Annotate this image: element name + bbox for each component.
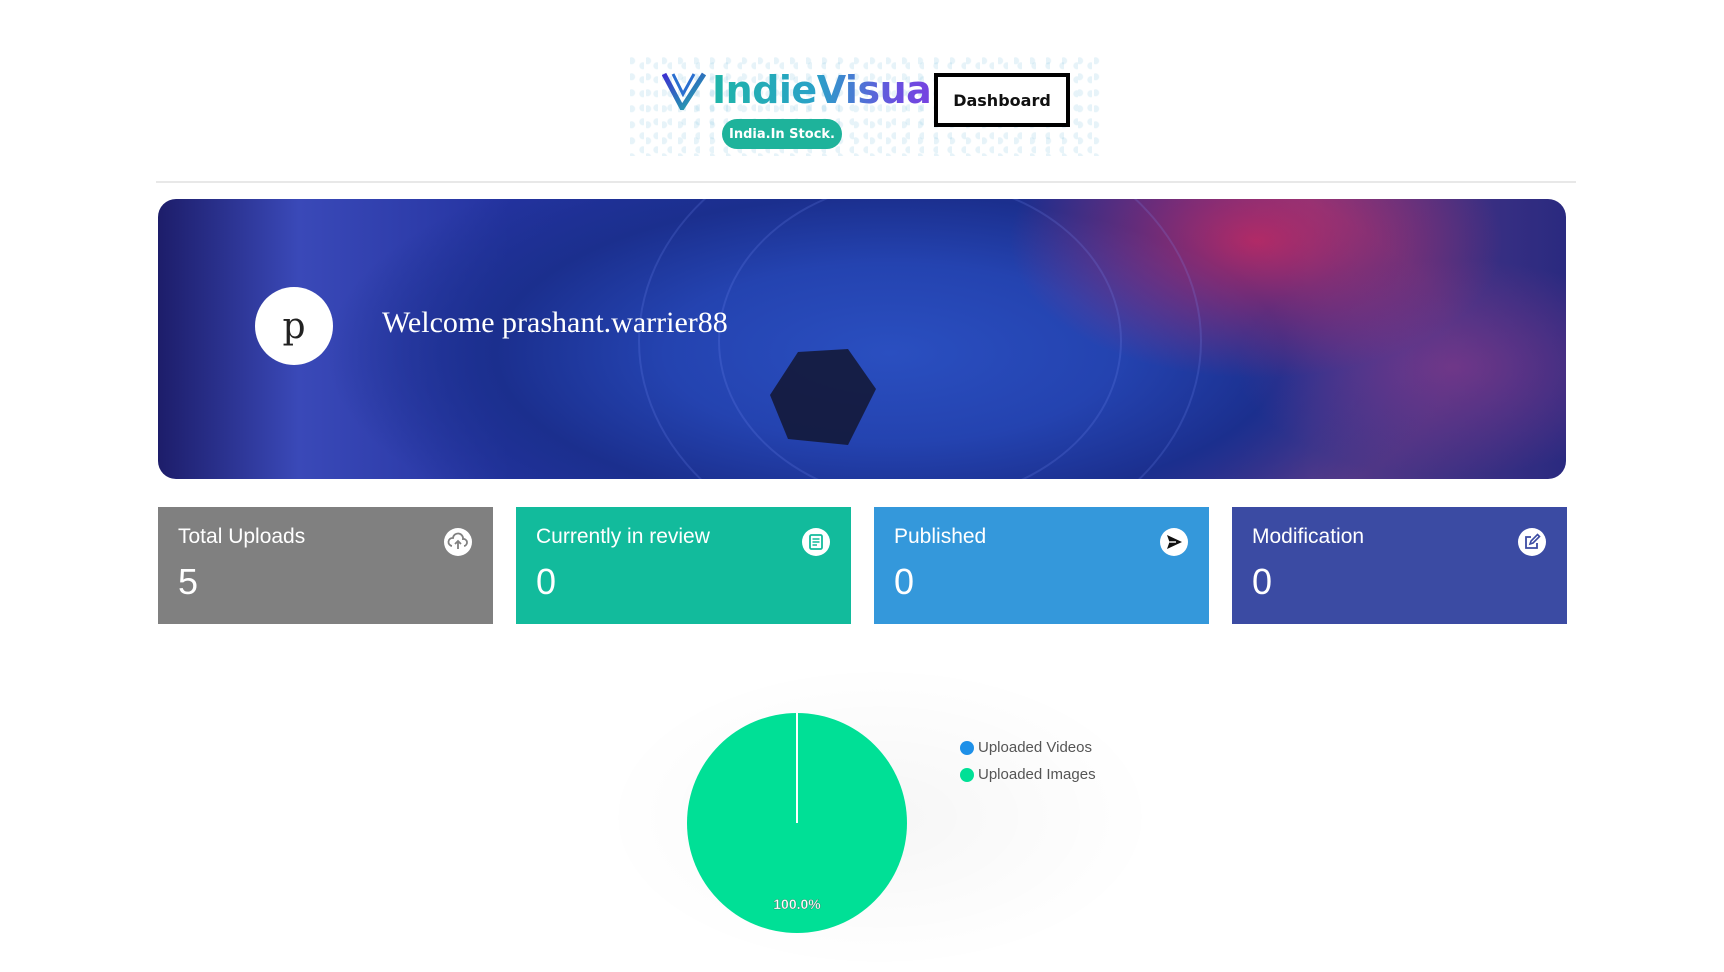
legend-dot	[960, 767, 974, 782]
stat-card-total-uploads[interactable]: Total Uploads 5	[158, 507, 493, 624]
stat-label: Modification	[1252, 525, 1365, 548]
uploads-pie-chart: 100.0%	[600, 662, 1160, 972]
legend-dot	[960, 740, 974, 755]
cloud-upload-icon	[444, 528, 472, 556]
stat-value: 5	[178, 561, 199, 602]
header: IndieVisual India.In Stock. Dashboard	[0, 0, 1724, 180]
header-divider	[156, 181, 1576, 183]
welcome-text: Welcome prashant.warrier88	[382, 306, 728, 339]
edit-icon	[1518, 528, 1546, 556]
stat-card-published[interactable]: Published 0	[874, 507, 1209, 624]
chart-legend: Uploaded Videos Uploaded Images	[960, 734, 1096, 788]
brand-name: IndieVisual	[712, 68, 944, 112]
legend-label: Uploaded Videos	[978, 739, 1092, 756]
send-icon	[1160, 528, 1188, 556]
dashboard-button[interactable]: Dashboard	[934, 73, 1070, 127]
pie-svg: 100.0%	[687, 713, 907, 933]
welcome-banner	[158, 199, 1566, 479]
aperture-icon	[770, 349, 876, 445]
avatar[interactable]: p	[255, 287, 333, 365]
stat-value: 0	[894, 561, 915, 602]
brand-tagline: India.In Stock.	[722, 119, 842, 149]
stat-card-in-review[interactable]: Currently in review 0	[516, 507, 851, 624]
stat-label: Total Uploads	[178, 525, 306, 548]
stat-label: Published	[894, 525, 987, 548]
pie-data-label: 100.0%	[773, 896, 821, 912]
stat-card-modification[interactable]: Modification 0	[1232, 507, 1567, 624]
stat-label: Currently in review	[536, 525, 710, 548]
legend-item[interactable]: Uploaded Videos	[960, 734, 1096, 761]
legend-label: Uploaded Images	[978, 766, 1096, 783]
review-list-icon	[802, 528, 830, 556]
stat-value: 0	[536, 561, 557, 602]
brand-v-icon	[662, 72, 706, 110]
stat-value: 0	[1252, 561, 1273, 602]
legend-item[interactable]: Uploaded Images	[960, 761, 1096, 788]
